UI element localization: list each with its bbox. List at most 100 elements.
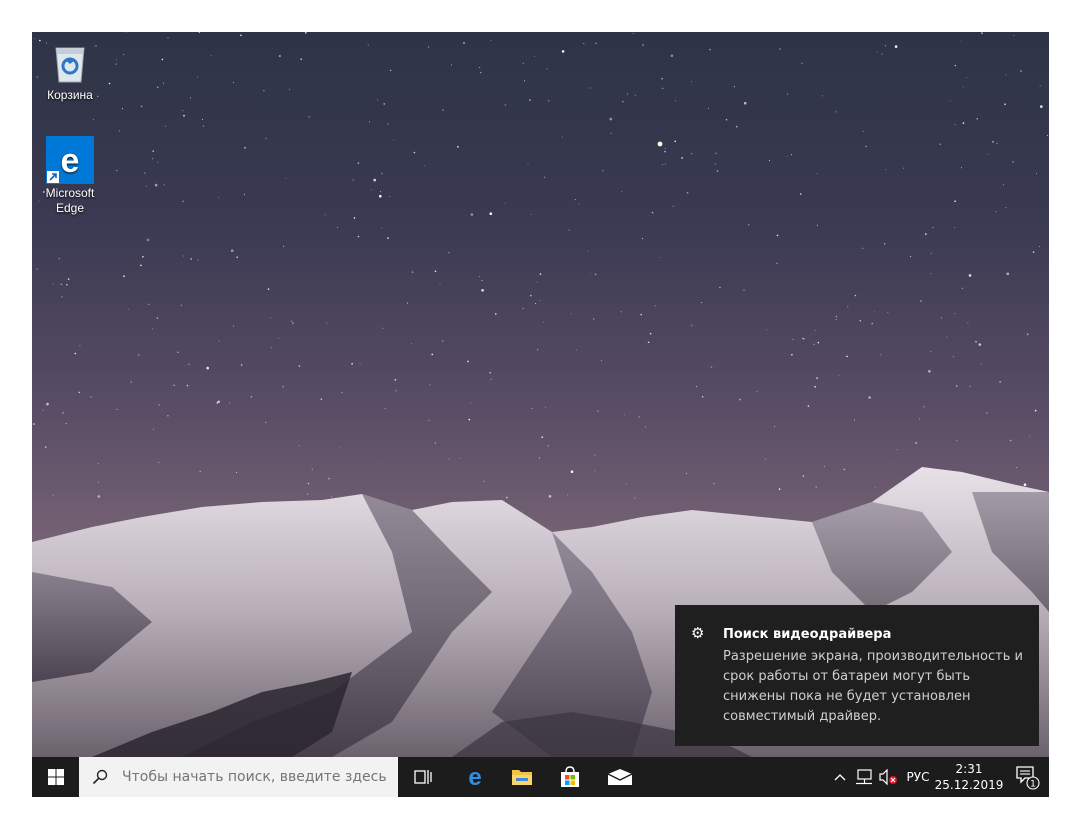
star — [776, 234, 779, 237]
star — [691, 81, 692, 83]
star — [1016, 467, 1018, 469]
star — [428, 419, 430, 421]
star — [954, 64, 957, 67]
desktop-icon-recycle-bin[interactable]: Корзина — [32, 38, 109, 103]
star — [468, 418, 471, 421]
star — [137, 354, 140, 356]
star — [373, 178, 377, 182]
star — [747, 223, 750, 226]
star — [142, 255, 144, 258]
star — [952, 356, 954, 358]
star — [622, 100, 624, 103]
star — [429, 384, 431, 386]
star — [543, 321, 545, 323]
star — [962, 86, 964, 88]
taskbar-edge-button[interactable]: e — [452, 757, 498, 797]
action-center-button[interactable]: 1 — [1007, 757, 1047, 797]
taskbar-store-button[interactable] — [546, 757, 594, 797]
star — [962, 122, 965, 124]
taskbar-search-box[interactable] — [79, 757, 398, 797]
show-hidden-icons-button[interactable] — [830, 757, 850, 797]
star — [954, 200, 956, 202]
star — [681, 157, 683, 159]
star — [1002, 184, 1004, 186]
star — [116, 59, 118, 61]
edge-icon: e — [468, 765, 481, 789]
language-indicator[interactable]: РУС — [902, 757, 934, 797]
task-view-button[interactable] — [403, 757, 443, 797]
star — [1032, 251, 1035, 253]
start-button[interactable] — [32, 757, 79, 797]
volume-tray-button[interactable] — [877, 757, 901, 797]
star — [448, 252, 450, 254]
star — [664, 163, 666, 165]
star — [379, 194, 382, 198]
star — [197, 76, 198, 78]
star — [854, 419, 855, 421]
star — [690, 324, 693, 327]
star — [161, 58, 164, 61]
star — [183, 114, 185, 117]
star — [561, 136, 563, 138]
star — [65, 422, 68, 425]
star — [620, 311, 622, 313]
star — [568, 229, 570, 231]
star — [36, 268, 38, 270]
star — [210, 55, 212, 56]
star — [1039, 85, 1041, 87]
chevron-up-icon — [834, 774, 846, 781]
star — [662, 164, 664, 166]
star — [78, 391, 81, 394]
star — [529, 99, 531, 101]
star — [92, 119, 94, 121]
star — [930, 273, 932, 274]
star — [282, 385, 284, 388]
star — [930, 351, 932, 352]
search-icon — [92, 769, 108, 785]
task-view-icon — [414, 770, 432, 784]
star — [567, 494, 569, 496]
star — [822, 95, 823, 97]
star — [270, 347, 272, 349]
star — [190, 258, 192, 260]
star — [1012, 161, 1014, 163]
network-tray-button[interactable] — [852, 757, 876, 797]
star — [816, 377, 818, 379]
star — [459, 457, 461, 459]
search-input[interactable] — [122, 769, 392, 785]
taskbar-mail-button[interactable] — [594, 757, 646, 797]
star — [470, 213, 474, 216]
star — [46, 402, 49, 406]
star — [278, 337, 279, 339]
star — [1038, 245, 1040, 247]
star — [186, 384, 189, 387]
star — [807, 405, 810, 407]
star — [279, 55, 281, 57]
star — [967, 322, 969, 324]
star — [263, 90, 265, 92]
star — [954, 227, 955, 228]
star — [367, 44, 369, 46]
star — [442, 109, 444, 111]
star — [725, 118, 728, 121]
star — [975, 340, 977, 343]
star — [814, 330, 816, 331]
star — [198, 32, 201, 34]
star — [846, 355, 848, 358]
desktop[interactable]: Корзина e Microsoft Edge ⚙ Поиск видеодр… — [32, 32, 1049, 797]
taskbar-file-explorer-button[interactable] — [498, 757, 546, 797]
notification-toast[interactable]: ⚙ Поиск видеодрайвера Разрешение экрана,… — [675, 605, 1039, 746]
star — [152, 158, 154, 160]
star — [587, 250, 589, 252]
star — [490, 39, 492, 41]
star — [337, 226, 339, 228]
star — [536, 281, 538, 283]
star — [383, 103, 386, 105]
desktop-icon-edge[interactable]: e Microsoft Edge — [32, 136, 109, 216]
star — [946, 336, 948, 338]
star — [647, 341, 650, 344]
star — [116, 409, 118, 410]
star — [233, 82, 234, 83]
clock[interactable]: 2:31 25.12.2019 — [935, 757, 1004, 797]
star — [97, 463, 99, 464]
